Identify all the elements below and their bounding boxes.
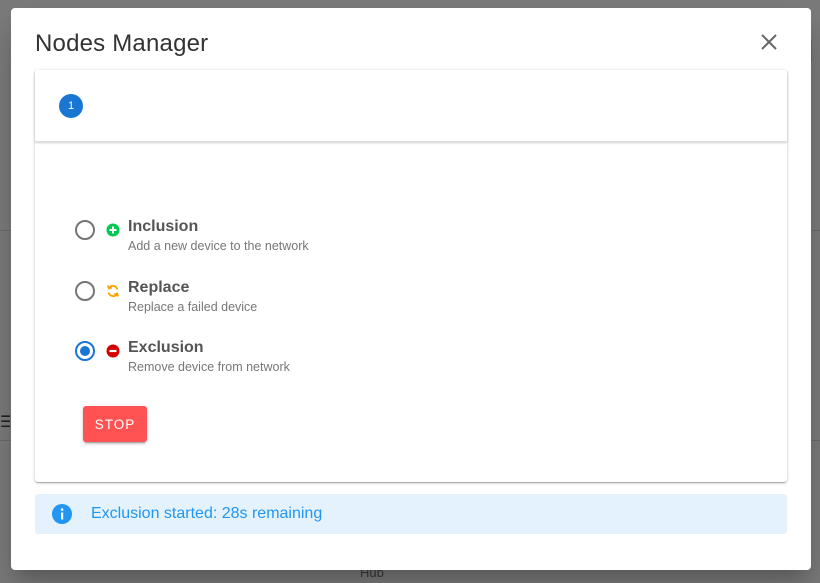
option-inclusion[interactable]: Inclusion Add a new device to the networ…	[75, 216, 475, 256]
exclusion-radio[interactable]	[75, 341, 95, 361]
inclusion-radio[interactable]	[75, 220, 95, 240]
info-icon	[52, 504, 72, 524]
inclusion-description: Add a new device to the network	[128, 239, 309, 253]
step-indicator[interactable]: 1	[59, 94, 83, 118]
option-replace[interactable]: Replace Replace a failed device	[75, 277, 475, 317]
background-divider	[0, 230, 11, 231]
nodes-manager-dialog: Nodes Manager 1 Inclusion Add a new devi…	[11, 8, 811, 570]
menu-icon: ☰	[0, 414, 10, 431]
stop-button[interactable]: STOP	[83, 406, 147, 442]
stepper-card: 1 Inclusion Add a new device to the netw…	[35, 70, 787, 482]
dialog-title: Nodes Manager	[35, 30, 209, 57]
background-divider	[0, 440, 11, 441]
close-button[interactable]	[755, 28, 783, 56]
exclusion-label: Exclusion	[128, 339, 204, 356]
minus-circle-icon	[106, 344, 120, 358]
replace-description: Replace a failed device	[128, 300, 258, 314]
plus-circle-icon	[106, 223, 120, 237]
close-icon	[761, 34, 777, 50]
inclusion-label: Inclusion	[128, 218, 199, 235]
refresh-icon	[107, 285, 119, 297]
background-edge	[811, 40, 820, 62]
replace-radio[interactable]	[75, 281, 95, 301]
exclusion-description: Remove device from network	[128, 360, 290, 374]
stepper-header: 1	[35, 70, 787, 142]
status-alert: Exclusion started: 28s remaining	[35, 494, 787, 534]
alert-message: Exclusion started: 28s remaining	[91, 505, 323, 522]
option-exclusion[interactable]: Exclusion Remove device from network	[75, 337, 475, 377]
replace-label: Replace	[128, 279, 190, 296]
